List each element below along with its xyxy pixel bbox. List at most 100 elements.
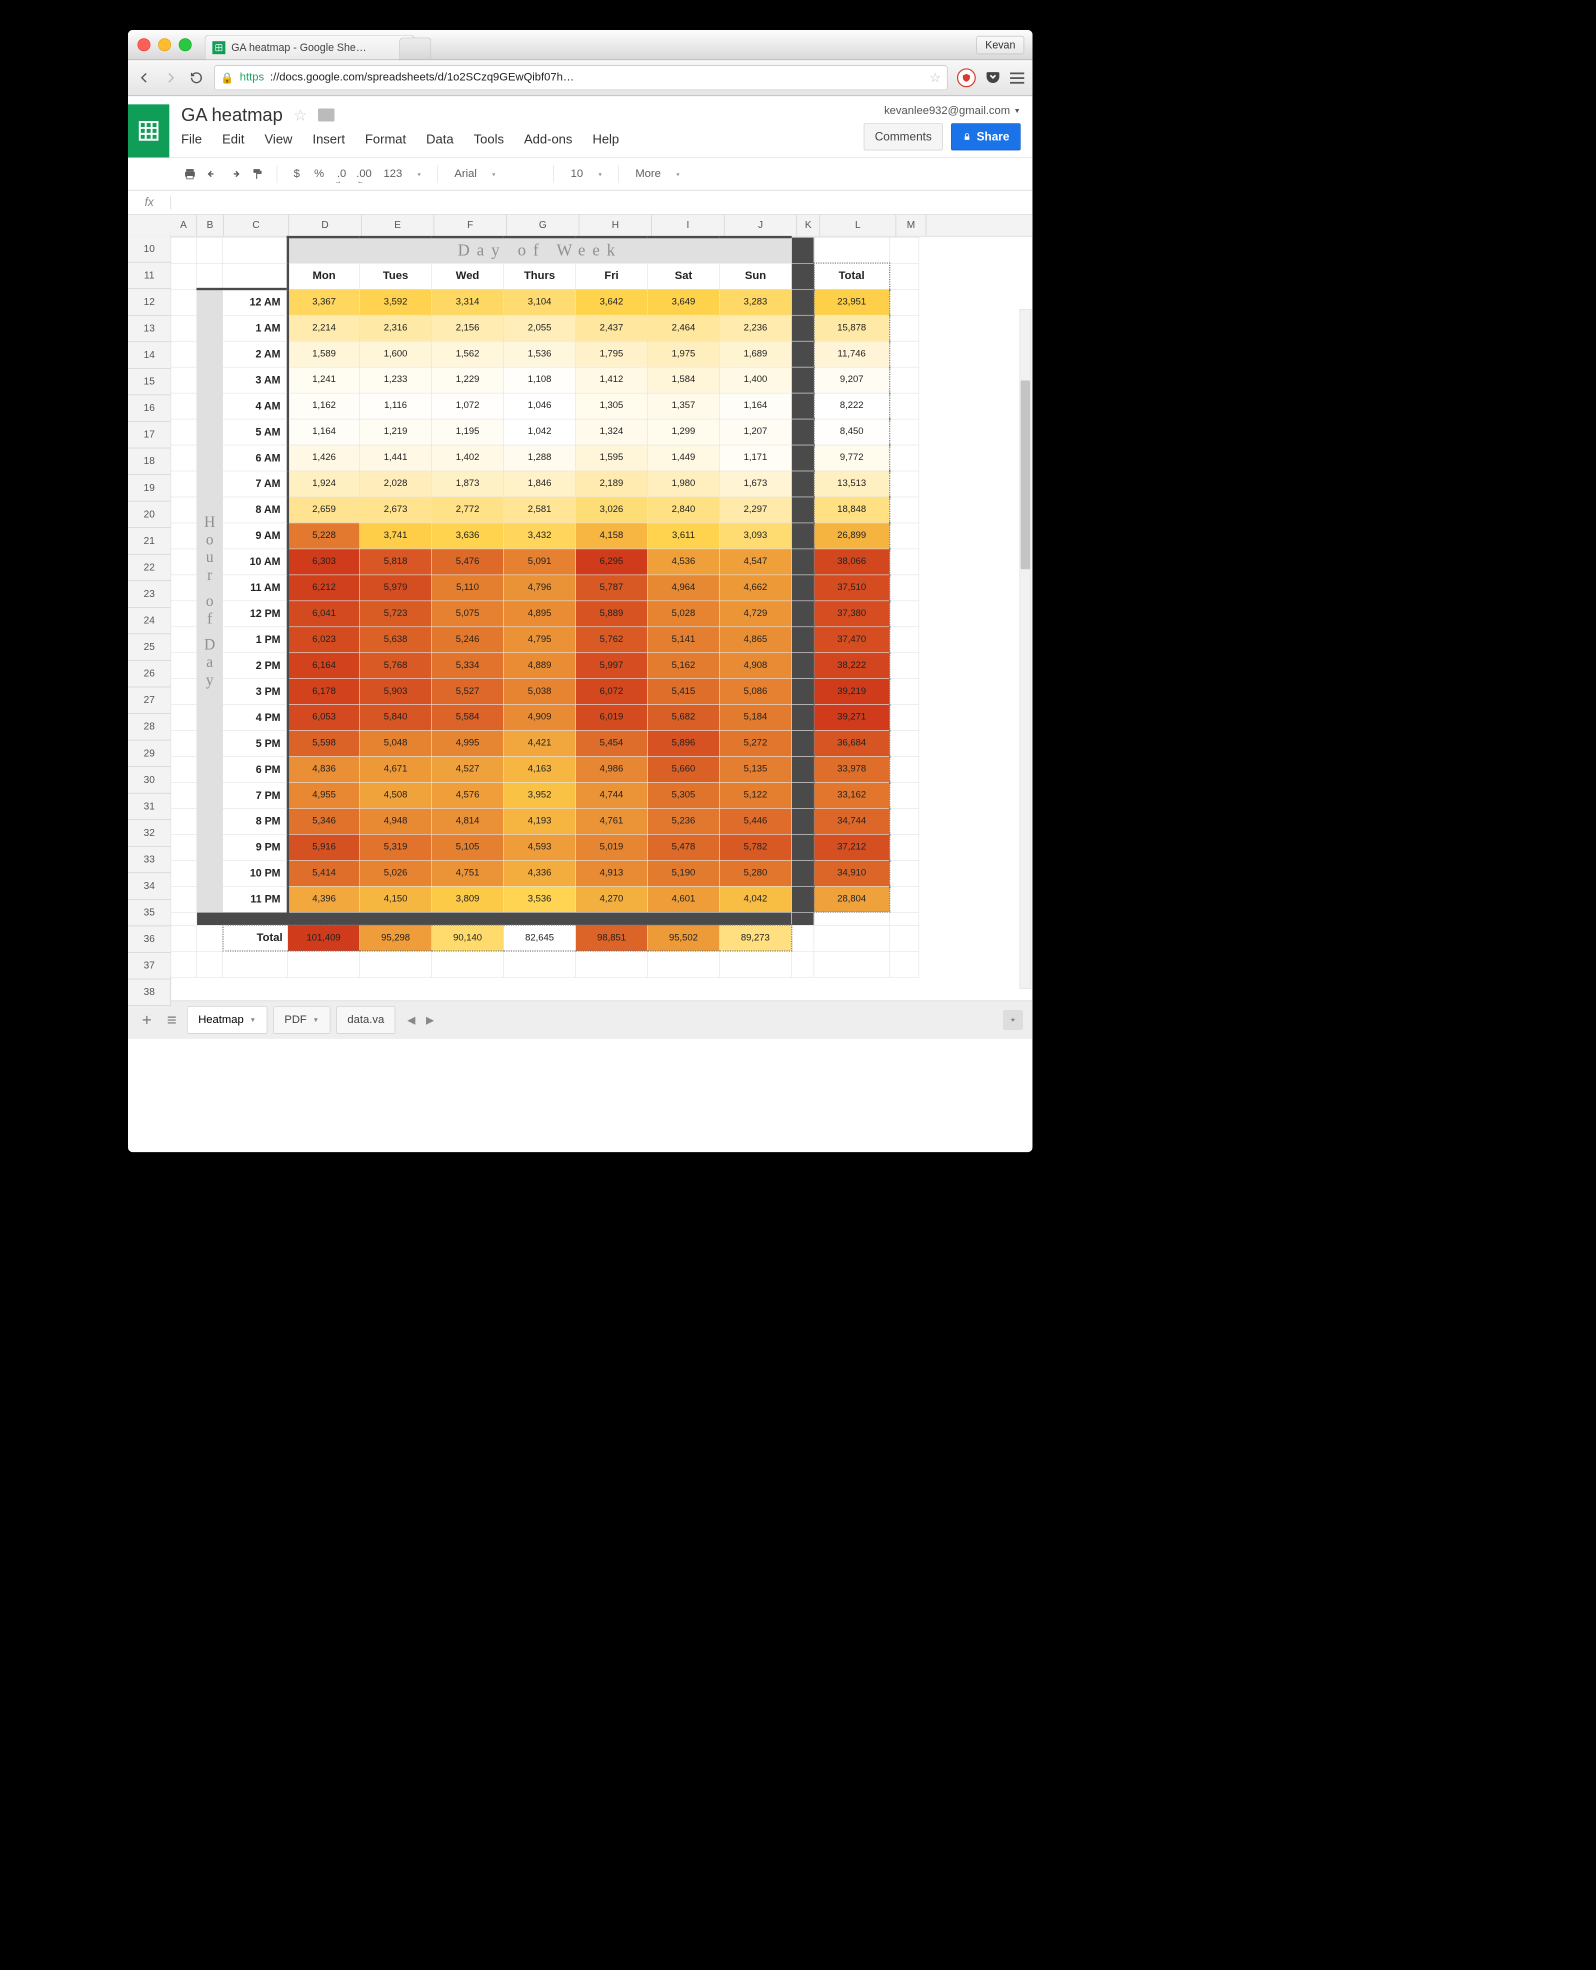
cell[interactable]: 5,454 xyxy=(576,730,648,756)
cell[interactable]: 9,772 xyxy=(814,445,890,471)
tab-scroll-left-icon[interactable]: ◀ xyxy=(407,1014,415,1026)
cell[interactable] xyxy=(791,367,813,393)
share-button[interactable]: Share xyxy=(951,123,1020,150)
cell[interactable] xyxy=(791,626,813,652)
row-header-32[interactable]: 32 xyxy=(128,820,170,847)
row-header-30[interactable]: 30 xyxy=(128,767,170,794)
cell[interactable]: 11 AM xyxy=(223,575,288,601)
cell[interactable] xyxy=(791,756,813,782)
col-header-D[interactable]: D xyxy=(289,215,362,236)
menu-help[interactable]: Help xyxy=(592,131,619,146)
cell[interactable]: 1,219 xyxy=(360,419,432,445)
cell[interactable]: 1,042 xyxy=(504,419,576,445)
cell[interactable]: 6,178 xyxy=(288,678,360,704)
cell[interactable] xyxy=(171,601,197,627)
cell[interactable]: 1,584 xyxy=(647,367,719,393)
cell[interactable]: 4,986 xyxy=(576,756,648,782)
row-header-29[interactable]: 29 xyxy=(128,740,170,767)
cell[interactable]: 37,510 xyxy=(814,575,890,601)
cell[interactable] xyxy=(197,951,223,977)
redo-icon[interactable] xyxy=(226,165,244,183)
row-header-25[interactable]: 25 xyxy=(128,634,170,661)
cell[interactable]: 5,723 xyxy=(360,601,432,627)
cell[interactable]: 3,642 xyxy=(576,289,648,315)
cell[interactable]: 5,026 xyxy=(360,860,432,886)
cell[interactable]: 1,229 xyxy=(432,367,504,393)
undo-icon[interactable] xyxy=(204,165,222,183)
cell[interactable]: 34,744 xyxy=(814,808,890,834)
cell[interactable]: 8 AM xyxy=(223,497,288,523)
cell[interactable]: Total xyxy=(814,263,890,289)
cell[interactable] xyxy=(889,678,919,704)
col-header-E[interactable]: E xyxy=(362,215,435,236)
cell[interactable]: 3,432 xyxy=(504,523,576,549)
cell[interactable]: 2,214 xyxy=(288,315,360,341)
cell[interactable]: Mon xyxy=(288,263,360,289)
cell[interactable]: 1,562 xyxy=(432,341,504,367)
cell[interactable]: 9 AM xyxy=(223,523,288,549)
col-header-I[interactable]: I xyxy=(652,215,725,236)
row-header-18[interactable]: 18 xyxy=(128,448,170,475)
cell[interactable]: 5,319 xyxy=(360,834,432,860)
ublock-extension-icon[interactable] xyxy=(957,68,976,87)
browser-tab-active[interactable]: GA heatmap - Google She… × xyxy=(205,35,415,59)
cell[interactable]: 4,396 xyxy=(288,886,360,912)
cell[interactable]: 6,019 xyxy=(576,704,648,730)
increase-decimal-button[interactable]: .00← xyxy=(355,165,373,183)
cell[interactable]: 5,896 xyxy=(647,730,719,756)
cell[interactable]: 4,158 xyxy=(576,523,648,549)
cell[interactable] xyxy=(171,730,197,756)
menu-file[interactable]: File xyxy=(181,131,202,146)
cell[interactable]: 5,086 xyxy=(719,678,791,704)
row-header-36[interactable]: 36 xyxy=(128,926,170,953)
col-header-G[interactable]: G xyxy=(507,215,580,236)
back-button[interactable] xyxy=(136,70,153,87)
cell[interactable] xyxy=(791,497,813,523)
cell[interactable] xyxy=(288,951,360,977)
cell[interactable] xyxy=(171,289,197,315)
cell[interactable]: 95,298 xyxy=(360,925,432,951)
minimize-window-icon[interactable] xyxy=(158,38,171,51)
cell[interactable] xyxy=(889,549,919,575)
cell[interactable]: 38,222 xyxy=(814,652,890,678)
cell[interactable] xyxy=(171,782,197,808)
row-header-26[interactable]: 26 xyxy=(128,661,170,688)
cell[interactable] xyxy=(791,263,813,289)
cell[interactable]: 5,141 xyxy=(647,626,719,652)
row-headers[interactable]: 1011121314151617181920212223242526272829… xyxy=(128,236,171,1006)
cell[interactable]: Fri xyxy=(576,263,648,289)
row-header-13[interactable]: 13 xyxy=(128,316,170,343)
cell[interactable]: 5,190 xyxy=(647,860,719,886)
cell[interactable]: 23,951 xyxy=(814,289,890,315)
cell[interactable]: 4,761 xyxy=(576,808,648,834)
cell[interactable]: 33,978 xyxy=(814,756,890,782)
cell[interactable]: 4,955 xyxy=(288,782,360,808)
row-header-17[interactable]: 17 xyxy=(128,422,170,449)
cell[interactable]: 5,414 xyxy=(288,860,360,886)
cell[interactable]: 9 PM xyxy=(223,834,288,860)
cell[interactable] xyxy=(814,951,890,977)
cell[interactable]: 5,246 xyxy=(432,626,504,652)
cell[interactable]: 4,270 xyxy=(576,886,648,912)
cell[interactable]: 2,156 xyxy=(432,315,504,341)
cell[interactable] xyxy=(432,951,504,977)
cell[interactable]: 3,741 xyxy=(360,523,432,549)
cell[interactable]: 38,066 xyxy=(814,549,890,575)
cell[interactable]: 4,193 xyxy=(504,808,576,834)
col-header-K[interactable]: K xyxy=(797,215,820,236)
cell[interactable] xyxy=(197,263,223,289)
cell[interactable]: 8,222 xyxy=(814,393,890,419)
cell[interactable]: 5,476 xyxy=(432,549,504,575)
cell[interactable] xyxy=(171,834,197,860)
cell[interactable]: 8,450 xyxy=(814,419,890,445)
cell[interactable]: 2,464 xyxy=(647,315,719,341)
cell[interactable]: 1,171 xyxy=(719,445,791,471)
cell[interactable]: 5,446 xyxy=(719,808,791,834)
cell[interactable] xyxy=(791,419,813,445)
row-header-35[interactable]: 35 xyxy=(128,900,170,927)
cell[interactable]: 5,038 xyxy=(504,678,576,704)
cell[interactable]: 4,508 xyxy=(360,782,432,808)
currency-button[interactable]: $ xyxy=(288,165,306,183)
spreadsheet-grid[interactable]: ABCDEFGHIJKLM 10111213141516171819202122… xyxy=(128,215,1032,1001)
cell[interactable]: 4,671 xyxy=(360,756,432,782)
